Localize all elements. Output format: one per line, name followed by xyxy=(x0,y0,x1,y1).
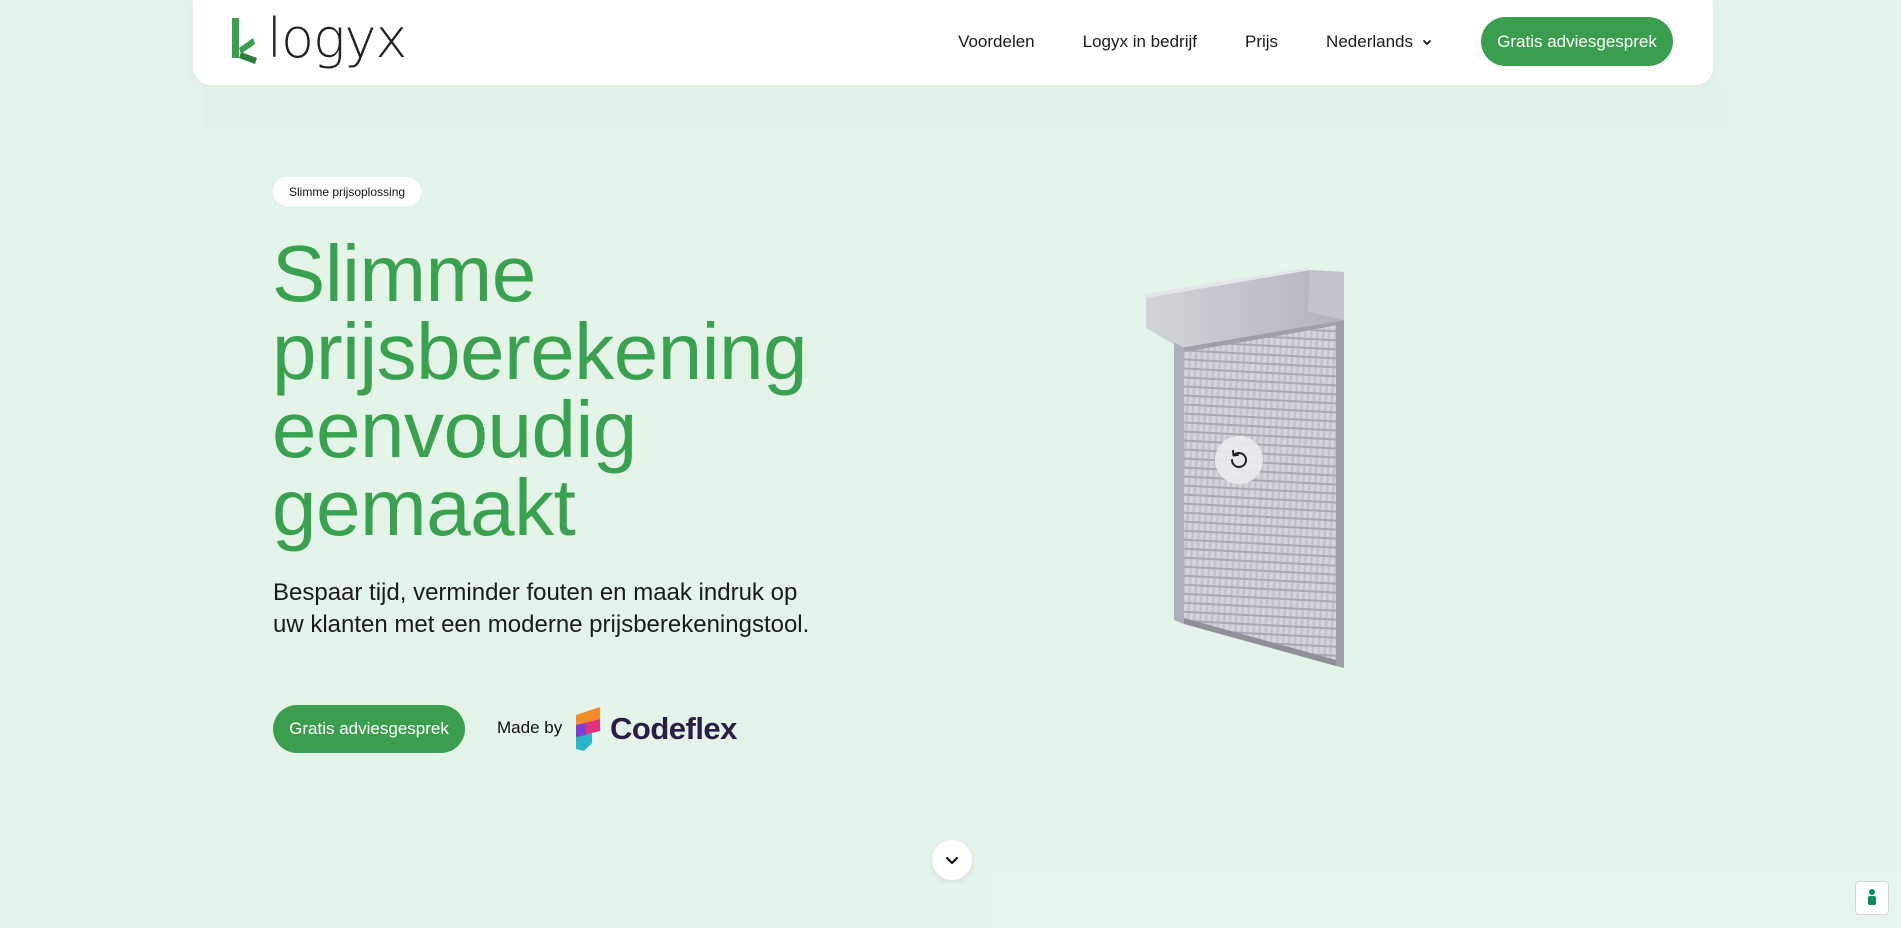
language-selector[interactable]: Nederlands xyxy=(1326,32,1433,52)
hero-title-line: gemaakt xyxy=(272,463,576,552)
codeflex-logo[interactable]: Codeflex xyxy=(572,705,737,753)
hero-subtitle: Bespaar tijd, verminder fouten en maak i… xyxy=(273,579,810,638)
hero-title-line: eenvoudig xyxy=(272,385,637,474)
logyx-logo[interactable]: logyx xyxy=(229,7,407,70)
background-panel xyxy=(990,870,1901,928)
scroll-down-button[interactable] xyxy=(932,840,972,880)
background-panel xyxy=(205,90,1730,130)
hero-title-line: Slimme xyxy=(272,229,536,318)
main-nav: Voordelen Logyx in bedrijf Prijs Nederla… xyxy=(958,17,1673,66)
site-header: logyx Voordelen Logyx in bedrijf Prijs N… xyxy=(193,0,1713,85)
hero-cta-button[interactable]: Gratis adviesgesprek xyxy=(273,705,465,753)
rotate-model-button[interactable] xyxy=(1215,436,1263,484)
cookie-settings-icon xyxy=(1868,889,1876,905)
nav-logyx-in-bedrijf[interactable]: Logyx in bedrijf xyxy=(1083,32,1197,52)
made-by-label: Made by xyxy=(497,718,563,737)
hero-badge: Slimme prijsoplossing xyxy=(273,177,422,206)
nav-voordelen[interactable]: Voordelen xyxy=(958,32,1035,52)
rotate-icon xyxy=(1231,450,1247,468)
codeflex-logo-mark xyxy=(576,707,600,751)
chevron-down-icon xyxy=(945,856,959,865)
codeflex-wordmark: Codeflex xyxy=(610,711,737,746)
hero-title: Slimme prijsberekening eenvoudig gemaakt xyxy=(272,229,872,552)
language-label: Nederlands xyxy=(1326,31,1413,51)
cookie-settings-button[interactable] xyxy=(1855,881,1889,915)
hero-title-line: prijsberekening xyxy=(272,307,808,396)
logo-wordmark: logyx xyxy=(267,7,407,70)
chevron-down-icon xyxy=(1422,39,1432,45)
logyx-logo-mark xyxy=(232,18,257,64)
nav-prijs[interactable]: Prijs xyxy=(1245,32,1278,52)
header-cta-button[interactable]: Gratis adviesgesprek xyxy=(1481,17,1673,66)
